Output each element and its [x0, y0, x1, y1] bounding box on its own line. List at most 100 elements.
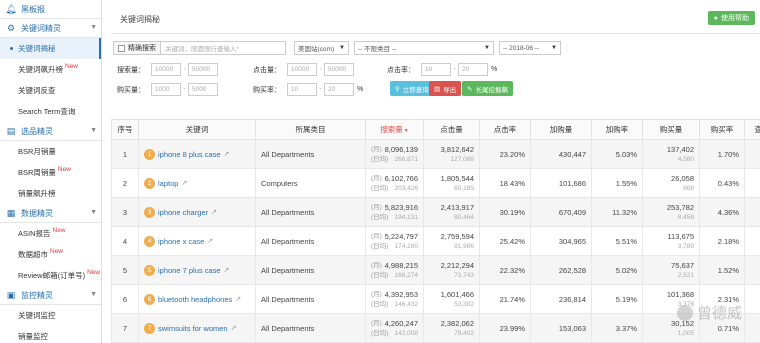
- category-cell: Computers: [255, 168, 366, 198]
- clicks-cell: 2,382,062 79,402: [423, 313, 480, 343]
- sidebar-item[interactable]: 关键词飙升榜 New: [0, 59, 101, 80]
- cart-rate-cell: 3.37%: [591, 313, 643, 343]
- col-header[interactable]: 购买率: [699, 119, 745, 140]
- external-link-icon[interactable]: ↗: [235, 295, 241, 303]
- actions-cell: +▤: [744, 226, 760, 256]
- keyword-link[interactable]: iphone 7 plus case: [158, 266, 221, 275]
- row-index: 2: [111, 168, 139, 198]
- search-volume-min[interactable]: 10000: [151, 63, 181, 76]
- category-select[interactable]: -- 不限类目 -- ▼: [354, 41, 494, 55]
- category-cell: All Departments: [255, 197, 366, 227]
- col-header[interactable]: 序号: [111, 119, 139, 140]
- keyword-icon: ⚙: [6, 22, 16, 33]
- export-icon: ▤: [434, 85, 441, 93]
- chevron-down-icon: ▼: [551, 45, 557, 51]
- month-prefix: (月): [371, 261, 382, 269]
- keyword-link[interactable]: iphone charger: [158, 208, 208, 217]
- chevron-down-icon: ▼: [90, 127, 97, 134]
- clicks-max[interactable]: 50000: [324, 63, 354, 76]
- precise-search-checkbox[interactable]: [118, 44, 125, 52]
- col-header[interactable]: 购买量: [642, 119, 700, 140]
- help-button[interactable]: ● 使用帮助: [707, 11, 755, 25]
- clicks-value: 3,812,642: [440, 144, 474, 154]
- clicks-day: 73,743: [454, 271, 474, 279]
- clicks-min[interactable]: 10000: [287, 63, 317, 76]
- rank-badge: 2: [144, 177, 155, 189]
- col-header[interactable]: 加购率: [591, 119, 643, 140]
- sidebar-item-label: BSR周销量: [18, 168, 56, 177]
- sidebar-item[interactable]: 关键词反查: [0, 80, 101, 101]
- sidebar-item[interactable]: 销量飙升榜: [0, 183, 101, 204]
- external-link-icon[interactable]: ↗: [181, 179, 187, 187]
- nav-section-monitor[interactable]: ▣ 监控精灵 ▼: [0, 286, 101, 305]
- nav-section-product[interactable]: ▤ 选品精灵 ▼: [0, 122, 101, 141]
- external-link-icon[interactable]: ↗: [207, 237, 213, 245]
- col-header[interactable]: 点击量: [423, 119, 480, 140]
- conversion-max[interactable]: 20: [324, 83, 354, 96]
- keyword-link[interactable]: bluetooth headphones: [158, 295, 232, 304]
- precise-search-toggle[interactable]: 精确搜索: [113, 41, 161, 55]
- search-volume-max[interactable]: 50000: [188, 63, 218, 76]
- purchases-max[interactable]: 5000: [188, 83, 218, 96]
- sidebar-item[interactable]: BSR月销量: [0, 141, 101, 162]
- row-index: 7: [111, 313, 139, 343]
- search-month: 5,224,797: [384, 231, 418, 241]
- conversion-min[interactable]: 10: [287, 83, 317, 96]
- external-link-icon[interactable]: ↗: [224, 266, 230, 274]
- chevron-down-icon: ▼: [339, 45, 345, 51]
- sidebar-item[interactable]: 销量监控: [0, 326, 101, 343]
- day-prefix: (日均): [371, 155, 389, 163]
- new-badge: New: [52, 227, 66, 234]
- keyword-link[interactable]: laptop: [158, 179, 178, 188]
- nav-section-keyword-label: 关键词精灵: [21, 23, 61, 33]
- search-volume-cell: (月) 4,988,215 (日均) 166,274: [365, 255, 424, 285]
- category-cell: All Departments: [255, 139, 366, 169]
- clicks-cell: 3,812,642 127,088: [423, 139, 480, 169]
- month-select[interactable]: -- 2018-06 -- ▼: [499, 41, 561, 55]
- keyword-link[interactable]: swimsuits for women: [158, 324, 228, 333]
- ctr-cell: 30.19%: [479, 197, 531, 227]
- buy-value: 137,402: [666, 144, 694, 154]
- site-select[interactable]: 美国站(com) ▼: [294, 41, 349, 55]
- sidebar-item[interactable]: Review邮箱(订单号) New: [0, 265, 101, 286]
- keyword-link[interactable]: iphone x case: [158, 237, 204, 246]
- col-header[interactable]: 点击率: [479, 119, 531, 140]
- sidebar-item[interactable]: BSR周销量 New: [0, 162, 101, 183]
- nav-dashboard[interactable]: 🔔︎ 黑板报: [0, 0, 101, 19]
- external-link-icon[interactable]: ↗: [231, 324, 237, 332]
- main-content: 关键词揭秘 ● 使用帮助 精确搜索 关键词，限面限行查输入* 美国站(com) …: [103, 0, 760, 343]
- clicks-cell: 1,601,466 53,382: [423, 284, 480, 314]
- clicks-cell: 2,212,294 73,743: [423, 255, 480, 285]
- sidebar-item[interactable]: 数据超市 New: [0, 244, 101, 265]
- keyword-input[interactable]: 关键词，限面限行查输入*: [161, 41, 286, 55]
- nav-section-keyword[interactable]: ⚙ 关键词精灵 ▼: [0, 19, 101, 38]
- query-button[interactable]: ⚲ 立即查询: [390, 81, 434, 96]
- buy-rate-cell: 2.18%: [699, 226, 745, 256]
- sidebar-item[interactable]: Search Term查询: [0, 101, 101, 122]
- cart-cell: 430,447: [530, 139, 592, 169]
- sidebar-item[interactable]: 关键词监控: [0, 305, 101, 326]
- sidebar-item[interactable]: ASIN报告 New: [0, 223, 101, 244]
- clicks-day: 60,185: [454, 184, 474, 192]
- purchases-min[interactable]: 1000: [151, 83, 181, 96]
- col-header[interactable]: 加购量: [530, 119, 592, 140]
- ctr-max[interactable]: 20: [458, 63, 488, 76]
- ctr-cell: 21.74%: [479, 284, 531, 314]
- external-link-icon[interactable]: ↗: [211, 208, 217, 216]
- sidebar-item[interactable]: 关键词揭秘: [0, 38, 101, 59]
- sidebar-item-label: BSR月销量: [18, 147, 56, 156]
- nav-section-data[interactable]: ▦ 数据精灵 ▼: [0, 204, 101, 223]
- long-tail-button[interactable]: ✎ 长尾挖掘飙: [462, 81, 513, 96]
- clicks-cell: 2,759,594 91,986: [423, 226, 480, 256]
- ctr-min[interactable]: 10: [421, 63, 451, 76]
- col-header[interactable]: 所属类目: [255, 119, 366, 140]
- col-header[interactable]: 关键词: [138, 119, 256, 140]
- keyword-link[interactable]: iphone 8 plus case: [158, 150, 221, 159]
- search-day: 203,426: [394, 184, 419, 192]
- actions-cell: +▤: [744, 168, 760, 198]
- chevron-down-icon: ▼: [90, 24, 97, 31]
- export-button[interactable]: ▤ 导出: [429, 81, 462, 96]
- col-header-sorted[interactable]: 搜索量▼: [365, 119, 424, 140]
- external-link-icon[interactable]: ↗: [224, 150, 230, 158]
- clicks-cell: 2,413,917 80,464: [423, 197, 480, 227]
